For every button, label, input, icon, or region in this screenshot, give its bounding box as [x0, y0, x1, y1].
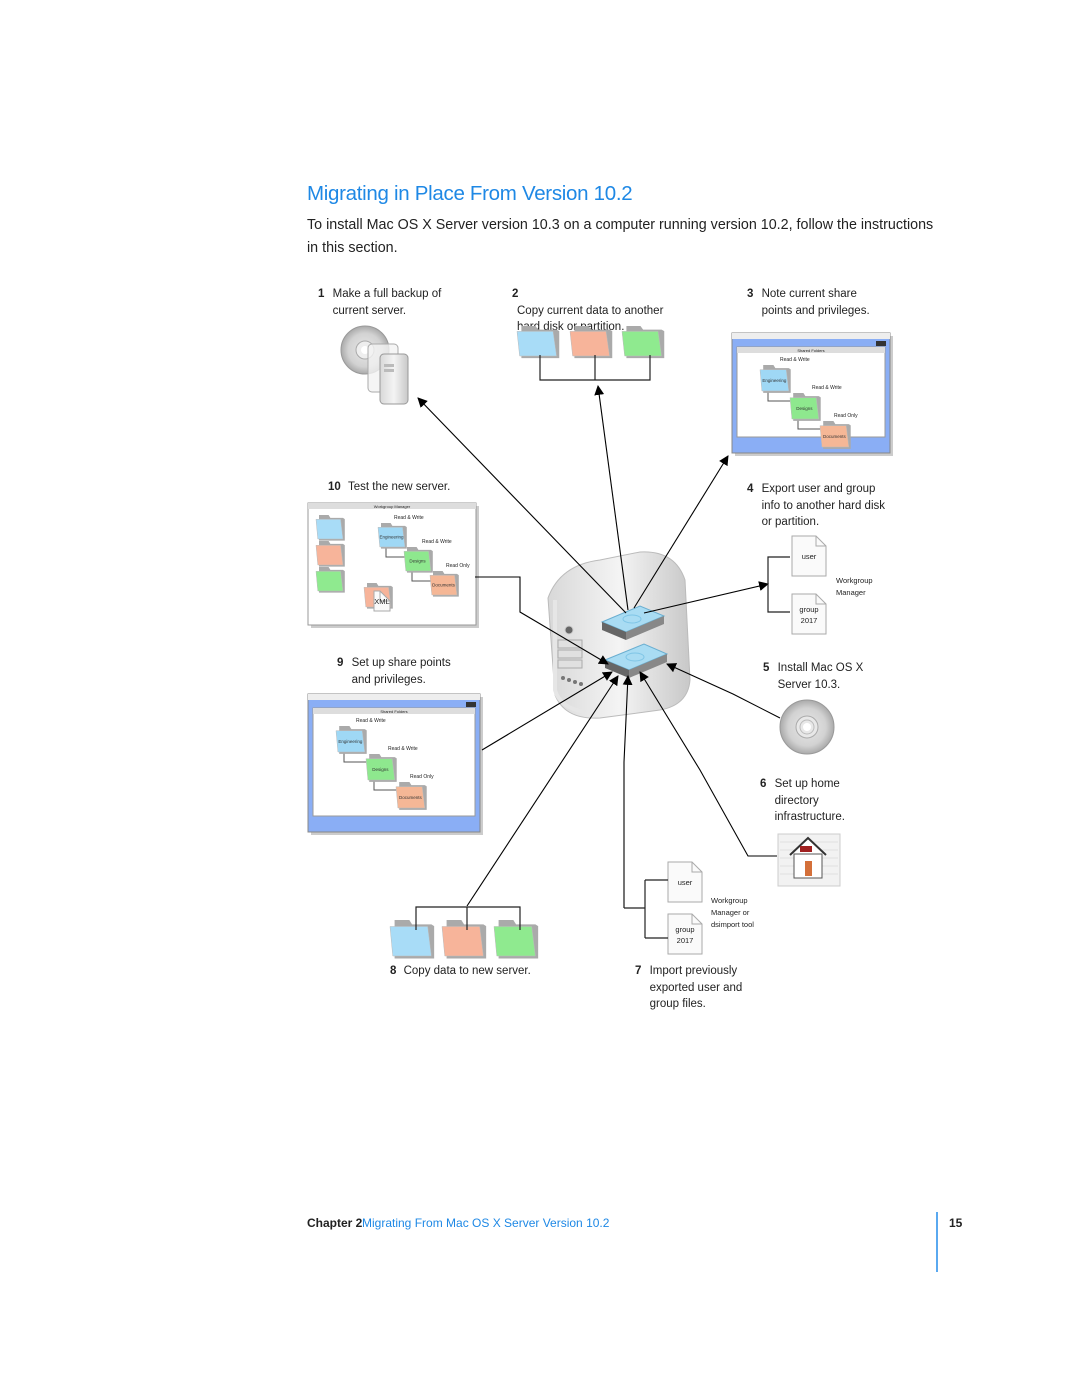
footer-chapter: Chapter 2: [307, 1216, 363, 1230]
folder-documents: Documents: [395, 782, 427, 810]
folder-designs: Designs: [789, 393, 821, 421]
page-number: 15: [949, 1216, 963, 1230]
group-file-icon: group 2017: [667, 913, 703, 955]
workgroup-manager-window-step10: Workgroup Manager Engineering Designs Docum…: [307, 502, 479, 628]
user-file-icon: user: [791, 535, 827, 577]
tool-label: Manager or: [711, 908, 750, 917]
folder-engineering: Engineering: [759, 365, 791, 393]
privilege-label: Read & Write: [356, 718, 386, 724]
export-files: user group 2017 Workgroup Manager: [791, 535, 873, 635]
step-8-folders: [389, 920, 539, 959]
privilege-label: Read Only: [834, 413, 858, 419]
folder-label: Engineering: [338, 739, 363, 744]
folder-icon: [516, 326, 560, 359]
folder-icon: [315, 515, 345, 541]
import-files: user group 2017 Workgroup Manager or dsimport…: [667, 861, 754, 955]
tool-label: dsimport tool: [711, 920, 754, 929]
folder-icon: [315, 567, 345, 593]
footer-divider: [936, 1212, 938, 1272]
privilege-label: Read & Write: [394, 515, 424, 521]
folder-documents: Documents: [819, 421, 851, 449]
tool-label: Workgroup: [836, 576, 873, 585]
folder-icon: [441, 920, 487, 959]
folder-label: Designs: [796, 406, 813, 411]
window-title: Workgroup Manager: [374, 504, 411, 509]
step-2-folders: [516, 326, 665, 359]
folder-engineering: Engineering: [335, 726, 367, 754]
folder-icon: [621, 326, 665, 359]
folder-designs: Designs: [403, 547, 433, 573]
folder-icon: [493, 920, 539, 959]
footer-title: Migrating From Mac OS X Server Version 1…: [362, 1216, 610, 1230]
install-cd-icon: [779, 699, 835, 755]
window-title: Shared Folders: [380, 709, 407, 714]
window-title: Shared Folders: [797, 348, 824, 353]
backup-icon: [340, 325, 409, 405]
folder-icon: [315, 541, 345, 567]
file-label: user: [678, 878, 693, 887]
folder-label: Designs: [372, 767, 389, 772]
shared-folders-window-step9: Shared Folders Engineering Designs Document…: [307, 693, 483, 835]
export-bracket: [767, 556, 790, 613]
folder-documents: Documents: [429, 571, 459, 597]
user-file-icon: user: [667, 861, 703, 903]
group-file-icon: group 2017: [791, 593, 827, 635]
file-label: XML: [374, 597, 389, 606]
folder-label: Engineering: [379, 535, 404, 540]
folder-label: Designs: [409, 559, 426, 564]
server-tower-icon: [547, 551, 691, 719]
file-label: user: [802, 552, 817, 561]
file-label: 2017: [801, 616, 818, 625]
folder-designs: Designs: [365, 754, 397, 782]
tool-label: Workgroup: [711, 896, 748, 905]
privilege-label: Read & Write: [780, 357, 810, 363]
file-label: group: [675, 925, 694, 934]
folder-label: Documents: [823, 434, 847, 439]
folder-icon: [389, 920, 435, 959]
privilege-label: Read Only: [410, 774, 434, 780]
arrow-from-step8: [466, 675, 619, 907]
privilege-label: Read & Write: [812, 385, 842, 391]
network-icon: [466, 702, 476, 707]
folder-connector: [539, 355, 651, 381]
home-directory-icon: [777, 833, 841, 887]
folder-label: Documents: [432, 583, 456, 588]
privilege-label: Read & Write: [422, 539, 452, 545]
network-icon: [876, 341, 886, 346]
folder-engineering: Engineering: [377, 523, 407, 549]
folder-label: Documents: [399, 795, 423, 800]
shared-folders-window-step3: Shared Folders Engineering Designs Document…: [731, 332, 893, 456]
folder-icon: [569, 326, 613, 359]
migration-diagram: Shared Folders Engineering Designs Document…: [307, 325, 893, 959]
privilege-label: Read & Write: [388, 746, 418, 752]
import-bracket: [624, 879, 668, 939]
folder-label: Engineering: [762, 378, 787, 383]
privilege-label: Read Only: [446, 563, 470, 569]
tool-label: Manager: [836, 588, 866, 597]
file-label: 2017: [677, 936, 694, 945]
file-label: group: [799, 605, 818, 614]
